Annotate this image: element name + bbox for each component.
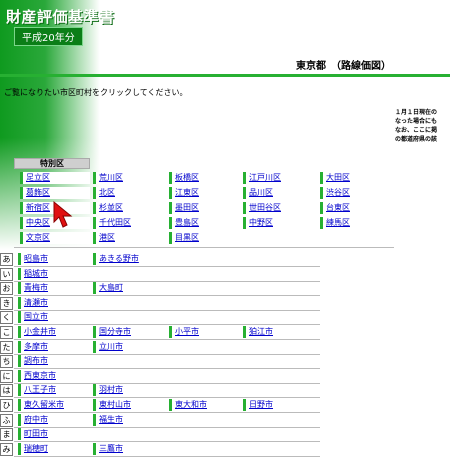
kana-index: き bbox=[0, 297, 13, 310]
kana-index: ま bbox=[0, 428, 13, 441]
ward-link[interactable]: 港区 bbox=[93, 232, 165, 244]
wards-divider bbox=[14, 247, 394, 248]
city-link[interactable]: あきる野市 bbox=[93, 253, 165, 265]
ward-link[interactable]: 杉並区 bbox=[93, 202, 165, 214]
ward-link[interactable]: 中野区 bbox=[243, 217, 316, 229]
city-link[interactable]: 三鷹市 bbox=[93, 443, 165, 455]
city-link[interactable]: 多摩市 bbox=[18, 341, 88, 353]
ward-link[interactable]: 世田谷区 bbox=[243, 202, 316, 214]
row-divider bbox=[14, 397, 320, 398]
header-divider bbox=[0, 74, 450, 77]
ward-link[interactable]: 墨田区 bbox=[169, 202, 239, 214]
city-link[interactable]: 東久留米市 bbox=[18, 399, 88, 411]
city-link[interactable]: 府中市 bbox=[18, 414, 88, 426]
ward-link[interactable]: 北区 bbox=[93, 187, 165, 199]
ward-link[interactable]: 江戸川区 bbox=[243, 172, 316, 184]
kana-index: た bbox=[0, 341, 13, 354]
kana-index: あ bbox=[0, 253, 13, 266]
app-subtitle: 平成20年分 bbox=[14, 27, 83, 46]
city-link[interactable]: 福生市 bbox=[93, 414, 165, 426]
ward-link[interactable]: 文京区 bbox=[20, 232, 90, 244]
kana-index: は bbox=[0, 384, 13, 397]
city-link[interactable]: 調布市 bbox=[18, 355, 88, 367]
ward-link[interactable]: 目黒区 bbox=[169, 232, 239, 244]
city-link[interactable]: 小平市 bbox=[169, 326, 239, 338]
kana-index: く bbox=[0, 311, 13, 324]
app-title: 財産評価基準書 bbox=[6, 8, 115, 26]
ward-link[interactable]: 足立区 bbox=[20, 172, 90, 184]
city-link[interactable]: 稲城市 bbox=[18, 268, 88, 280]
kana-index: お bbox=[0, 282, 13, 295]
row-divider bbox=[14, 324, 320, 325]
row-divider bbox=[14, 368, 320, 369]
city-link[interactable]: 国立市 bbox=[18, 311, 88, 323]
city-link[interactable]: 昭島市 bbox=[18, 253, 88, 265]
city-link[interactable]: 西東京市 bbox=[18, 370, 88, 382]
notice-line: なった場合にも bbox=[395, 118, 438, 125]
row-divider bbox=[14, 339, 320, 340]
city-link[interactable]: 国分寺市 bbox=[93, 326, 165, 338]
ward-link[interactable]: 大田区 bbox=[320, 172, 392, 184]
row-divider bbox=[14, 295, 320, 296]
ward-link[interactable]: 葛飾区 bbox=[20, 187, 90, 199]
kana-index: い bbox=[0, 268, 13, 281]
city-link[interactable]: 大島町 bbox=[93, 282, 165, 294]
special-wards-header: 特別区 bbox=[14, 158, 90, 169]
ward-link[interactable]: 江東区 bbox=[169, 187, 239, 199]
ward-link[interactable]: 板橋区 bbox=[169, 172, 239, 184]
notice-line: の都道府県の該 bbox=[395, 136, 438, 143]
city-link[interactable]: 東村山市 bbox=[93, 399, 165, 411]
notice-line: なお、ここに掲 bbox=[395, 127, 438, 134]
city-link[interactable]: 小金井市 bbox=[18, 326, 88, 338]
city-link[interactable]: 八王子市 bbox=[18, 384, 88, 396]
notice-line: １月１日現在の bbox=[395, 109, 438, 116]
city-link[interactable]: 立川市 bbox=[93, 341, 165, 353]
city-link[interactable]: 清瀬市 bbox=[18, 297, 88, 309]
city-link[interactable]: 狛江市 bbox=[243, 326, 316, 338]
kana-index: み bbox=[0, 443, 13, 456]
kana-index: ふ bbox=[0, 414, 13, 427]
ward-link[interactable]: 荒川区 bbox=[93, 172, 165, 184]
row-divider bbox=[14, 266, 320, 267]
notice-box: １月１日現在の なった場合にも なお、ここに掲 の都道府県の該 bbox=[395, 108, 450, 148]
kana-index: こ bbox=[0, 326, 13, 339]
page-heading: 東京都 （路線価図） bbox=[296, 61, 391, 72]
city-link[interactable]: 瑞穂町 bbox=[18, 443, 88, 455]
ward-link[interactable]: 品川区 bbox=[243, 187, 316, 199]
mouse-pointer-icon bbox=[53, 200, 73, 228]
ward-link[interactable]: 豊島区 bbox=[169, 217, 239, 229]
city-link[interactable]: 羽村市 bbox=[93, 384, 165, 396]
kana-index: に bbox=[0, 370, 13, 383]
row-divider bbox=[14, 412, 320, 413]
instruction-text: ご覧になりたい市区町村をクリックしてください。 bbox=[4, 88, 188, 97]
ward-link[interactable]: 練馬区 bbox=[320, 217, 392, 229]
row-divider bbox=[14, 441, 320, 442]
city-link[interactable]: 東大和市 bbox=[169, 399, 239, 411]
city-link[interactable]: 日野市 bbox=[243, 399, 316, 411]
kana-index: ち bbox=[0, 355, 13, 368]
city-link[interactable]: 町田市 bbox=[18, 428, 88, 440]
ward-link[interactable]: 渋谷区 bbox=[320, 187, 392, 199]
city-link[interactable]: 青梅市 bbox=[18, 282, 88, 294]
ward-link[interactable]: 千代田区 bbox=[93, 217, 165, 229]
ward-link[interactable]: 台東区 bbox=[320, 202, 392, 214]
kana-index: ひ bbox=[0, 399, 13, 412]
